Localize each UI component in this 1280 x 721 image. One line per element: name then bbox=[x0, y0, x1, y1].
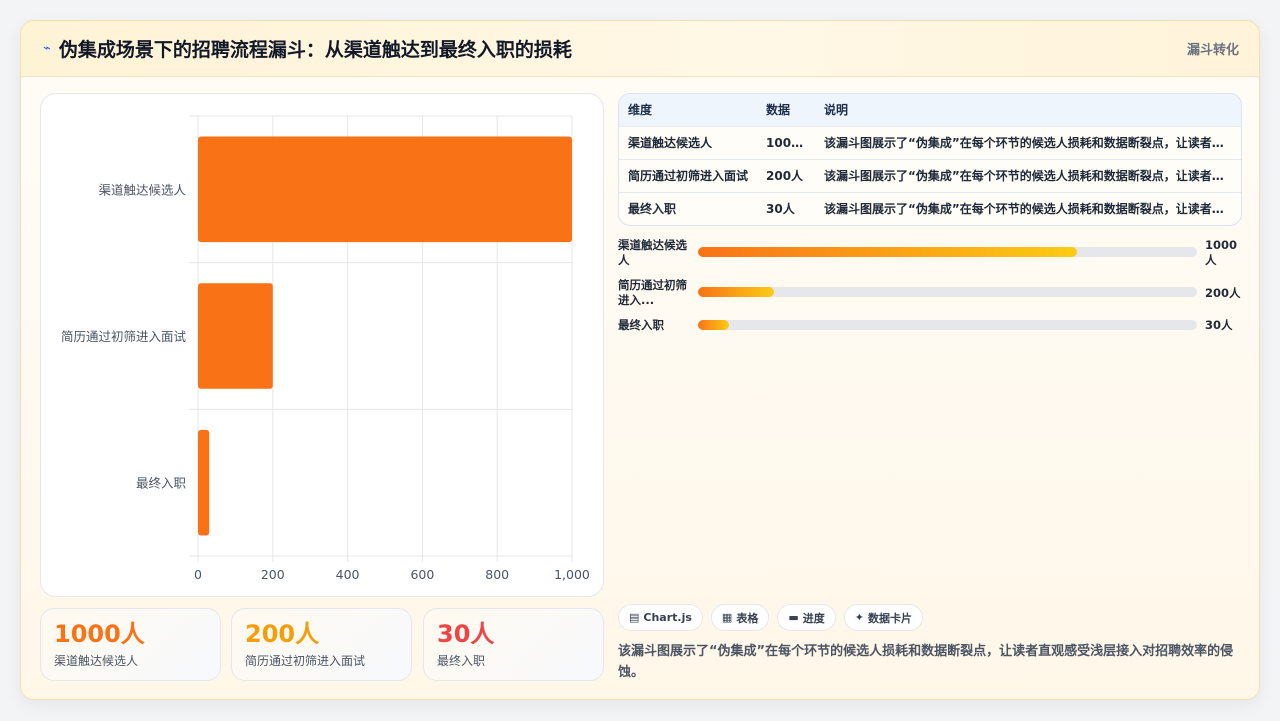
x-tick-label: 400 bbox=[336, 567, 360, 582]
progress-row: 渠道触达候选人 1000人 bbox=[618, 237, 1242, 277]
bar bbox=[198, 136, 572, 243]
progress-value: 200人 bbox=[1205, 286, 1241, 300]
chart-icon: ▤ bbox=[629, 611, 640, 624]
bar bbox=[198, 283, 273, 389]
table-cell: 30人 bbox=[757, 191, 815, 225]
table-row: 最终入职 30人 该漏斗图展示了“伪集成”在每个环节的候选人损耗和数据断裂点，让… bbox=[619, 191, 1241, 225]
funnel-chart: 0 200 400 600 800 1,000 渠道触达候选人简历通过初筛进入面试最终入职 bbox=[40, 93, 604, 597]
table-cell: 渠道触达候选人 bbox=[619, 125, 757, 159]
funnel-badge: 漏斗转化 bbox=[1186, 43, 1239, 58]
table-cell: 该漏斗图展示了“伪集成”在每个环节的候选人损耗和数据断裂点，让读者直观感受浅层接… bbox=[815, 191, 1241, 225]
progress-fill bbox=[698, 320, 729, 330]
progress-label: 简历通过初筛进入... bbox=[618, 278, 687, 307]
table-cell: 该漏斗图展示了“伪集成”在每个环节的候选人损耗和数据断裂点，让读者直观感受浅层接… bbox=[815, 158, 1241, 192]
bar bbox=[198, 429, 210, 536]
header: ⌁ 伪集成场景下的招聘流程漏斗：从渠道触达到最终入职的损耗 漏斗转化 bbox=[21, 21, 1259, 77]
x-tick-label: 800 bbox=[485, 567, 509, 582]
y-tick-label: 最终入职 bbox=[136, 476, 186, 491]
stat-value: 30人 bbox=[437, 620, 495, 648]
progress-fill bbox=[698, 247, 1078, 257]
progress-list: 渠道触达候选人 1000人 简历通过初筛进入... 200人 最终入职 30人 bbox=[618, 237, 1242, 337]
column-header: 说明 bbox=[824, 103, 849, 118]
progress-track bbox=[698, 247, 1197, 257]
lightning-icon: ⌁ bbox=[43, 41, 51, 56]
progress-fill bbox=[698, 287, 774, 297]
x-tick-label: 1,000 bbox=[554, 567, 590, 582]
tag-label: 进度 bbox=[802, 611, 825, 625]
column-header: 维度 bbox=[628, 103, 653, 118]
table-cell: 该漏斗图展示了“伪集成”在每个环节的候选人损耗和数据断裂点，让读者直观感受浅层接… bbox=[815, 125, 1241, 159]
table-cell: 200人 bbox=[757, 158, 815, 192]
table-cell: 1000人 bbox=[757, 125, 815, 159]
table-cell: 简历通过初筛进入面试 bbox=[619, 158, 757, 192]
progress-label: 渠道触达候选人 bbox=[618, 238, 687, 267]
stat-card-interview: 200人 简历通过初筛进入面试 bbox=[231, 608, 412, 681]
tag-label: Chart.js bbox=[643, 611, 692, 624]
progress-value: 30人 bbox=[1205, 318, 1233, 332]
card-icon: ✦ bbox=[854, 611, 864, 624]
x-tick-label: 200 bbox=[261, 567, 285, 582]
stat-value: 200人 bbox=[245, 620, 320, 648]
progress-icon: ▬ bbox=[788, 611, 799, 624]
progress-row: 最终入职 30人 bbox=[618, 317, 1242, 337]
dashboard-card: ⌁ 伪集成场景下的招聘流程漏斗：从渠道触达到最终入职的损耗 漏斗转化 0 200 4… bbox=[20, 20, 1260, 700]
stat-card-hired: 30人 最终入职 bbox=[423, 608, 604, 681]
x-tick-label: 600 bbox=[410, 567, 434, 582]
column-header: 数据 bbox=[766, 103, 791, 118]
funnel-bar-chart: 0 200 400 600 800 1,000 渠道触达候选人简历通过初筛进入面试最终入职 bbox=[61, 115, 590, 582]
stat-value: 1000人 bbox=[54, 620, 145, 648]
stat-card-reach: 1000人 渠道触达候选人 bbox=[40, 608, 221, 681]
summary-text: 该漏斗图展示了“伪集成”在每个环节的候选人损耗和数据断裂点，让读者直观感受浅层接… bbox=[618, 644, 1234, 680]
stat-label: 最终入职 bbox=[437, 654, 486, 668]
stat-label: 简历通过初筛进入面试 bbox=[245, 654, 366, 668]
y-tick-label: 渠道触达候选人 bbox=[98, 182, 186, 197]
data-table: 维度 数据 说明 渠道触达候选人 1000人 该漏斗图展示了“伪集成”在每个环节… bbox=[618, 93, 1242, 226]
table-cell: 最终入职 bbox=[619, 191, 757, 225]
tag-label: 表格 bbox=[736, 611, 759, 625]
progress-value: 1000人 bbox=[1205, 238, 1238, 267]
table-header-row: 维度 数据 说明 bbox=[619, 94, 1241, 126]
x-tick-label: 0 bbox=[194, 567, 202, 582]
tag-list: ▤ Chart.js ▦ 表格 ▬ 进度 ✦ 数据卡片 bbox=[618, 604, 923, 631]
progress-label: 最终入职 bbox=[618, 318, 664, 332]
tag-chartjs[interactable]: ▤ Chart.js bbox=[618, 604, 703, 631]
y-tick-label: 简历通过初筛进入面试 bbox=[61, 329, 187, 344]
progress-row: 简历通过初筛进入... 200人 bbox=[618, 277, 1242, 317]
tag-progress[interactable]: ▬ 进度 bbox=[777, 604, 836, 631]
tag-table[interactable]: ▦ 表格 bbox=[710, 604, 770, 631]
page-title: 伪集成场景下的招聘流程漏斗：从渠道触达到最终入职的损耗 bbox=[58, 39, 572, 61]
progress-track bbox=[698, 320, 1197, 330]
table-icon: ▦ bbox=[721, 611, 733, 624]
stat-label: 渠道触达候选人 bbox=[54, 654, 139, 668]
tag-label: 数据卡片 bbox=[867, 611, 912, 625]
tag-data-card[interactable]: ✦ 数据卡片 bbox=[843, 604, 923, 631]
table-row: 渠道触达候选人 1000人 该漏斗图展示了“伪集成”在每个环节的候选人损耗和数据… bbox=[619, 125, 1241, 159]
progress-track bbox=[698, 287, 1197, 297]
table-row: 简历通过初筛进入面试 200人 该漏斗图展示了“伪集成”在每个环节的候选人损耗和… bbox=[619, 158, 1241, 192]
